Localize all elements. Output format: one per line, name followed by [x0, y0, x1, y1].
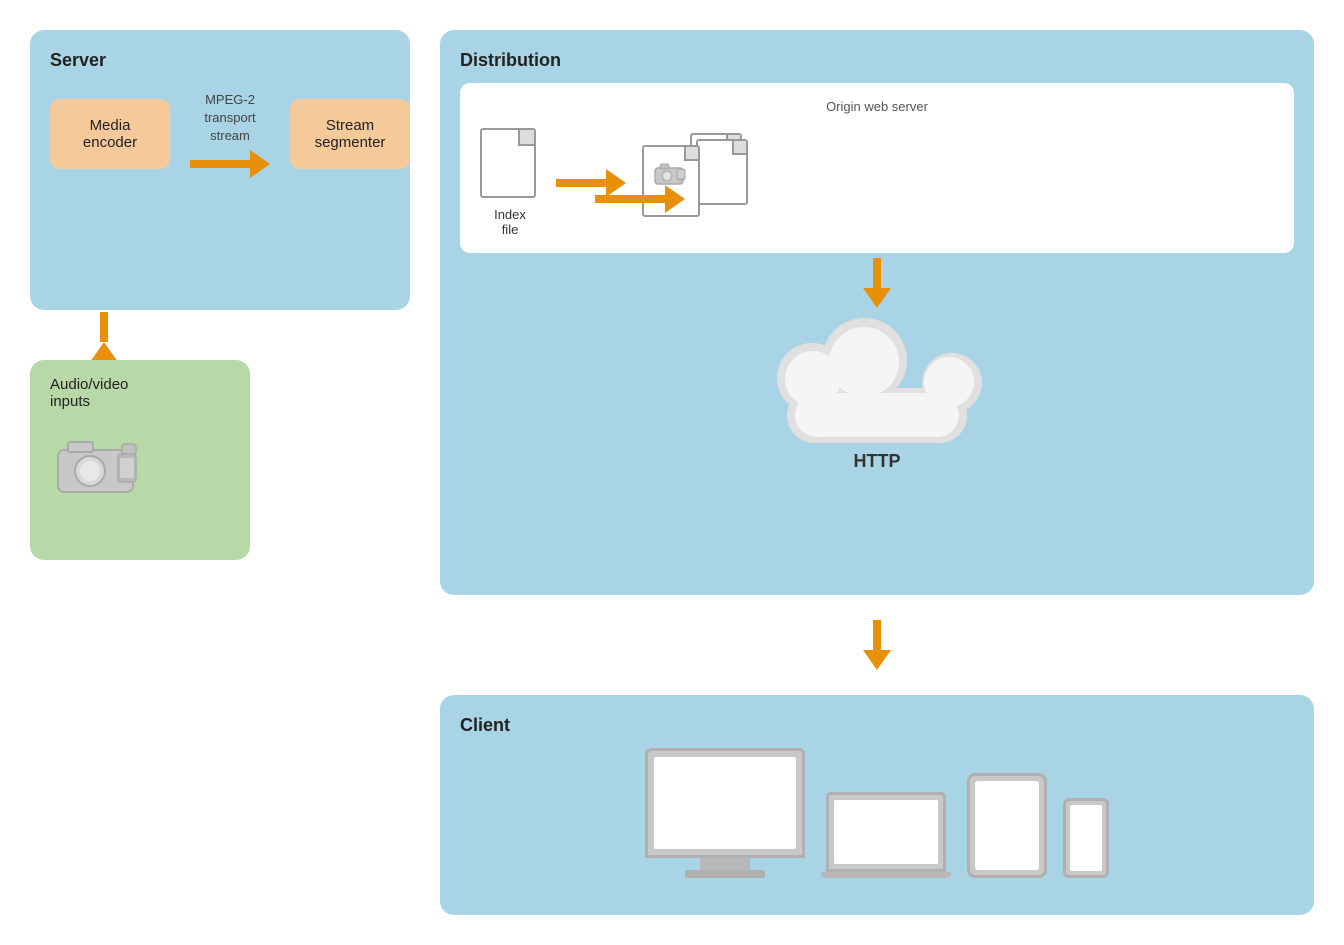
phone-device: [1063, 798, 1109, 878]
diagram-container: Server Media encoder MPEG-2 transport st…: [0, 0, 1344, 945]
server-inner: Media encoder MPEG-2 transport stream St…: [50, 91, 390, 178]
index-file-label: Index file: [494, 207, 526, 237]
distribution-title: Distribution: [460, 50, 1294, 71]
origin-to-cloud-arrow: [460, 253, 1294, 313]
laptop-device: [821, 792, 951, 878]
ts-files-group: .ts: [642, 133, 752, 233]
cloud-shape: [767, 323, 987, 443]
distribution-box: Distribution Origin web server Index fil…: [440, 30, 1314, 595]
av-label: Audio/video inputs: [50, 376, 128, 410]
media-encoder-label: Media encoder: [83, 117, 137, 151]
index-file-group: Index file: [480, 128, 540, 237]
ts-file-camera: [653, 160, 689, 188]
server-box: Server Media encoder MPEG-2 transport st…: [30, 30, 410, 310]
server-to-dist-arrow: [595, 185, 685, 213]
index-file-icon: [480, 128, 540, 203]
mpeg-label: MPEG-2 transport stream: [204, 91, 255, 146]
cloud-to-client-arrow: [440, 615, 1314, 675]
http-label: HTTP: [854, 451, 901, 472]
stream-segmenter-label: Stream segmenter: [315, 117, 386, 151]
origin-inner: Index file: [480, 128, 1274, 237]
origin-box: Origin web server Index file: [460, 83, 1294, 253]
av-box: Audio/video inputs: [30, 360, 250, 560]
devices-row: [460, 748, 1294, 878]
client-title: Client: [460, 715, 1294, 736]
left-column: Server Media encoder MPEG-2 transport st…: [30, 30, 410, 915]
server-title: Server: [50, 50, 390, 71]
origin-title: Origin web server: [480, 99, 1274, 114]
tablet-device: [967, 773, 1047, 878]
stream-segmenter-box: Stream segmenter: [290, 99, 410, 169]
monitor-screen: [645, 748, 805, 858]
client-box: Client: [440, 695, 1314, 915]
right-column: Distribution Origin web server Index fil…: [440, 30, 1314, 915]
cloud-container: HTTP: [460, 313, 1294, 482]
monitor-device: [645, 748, 805, 878]
av-to-encoder-arrow: [90, 312, 118, 362]
camera-icon: [50, 430, 150, 500]
media-encoder-box: Media encoder: [50, 99, 170, 169]
